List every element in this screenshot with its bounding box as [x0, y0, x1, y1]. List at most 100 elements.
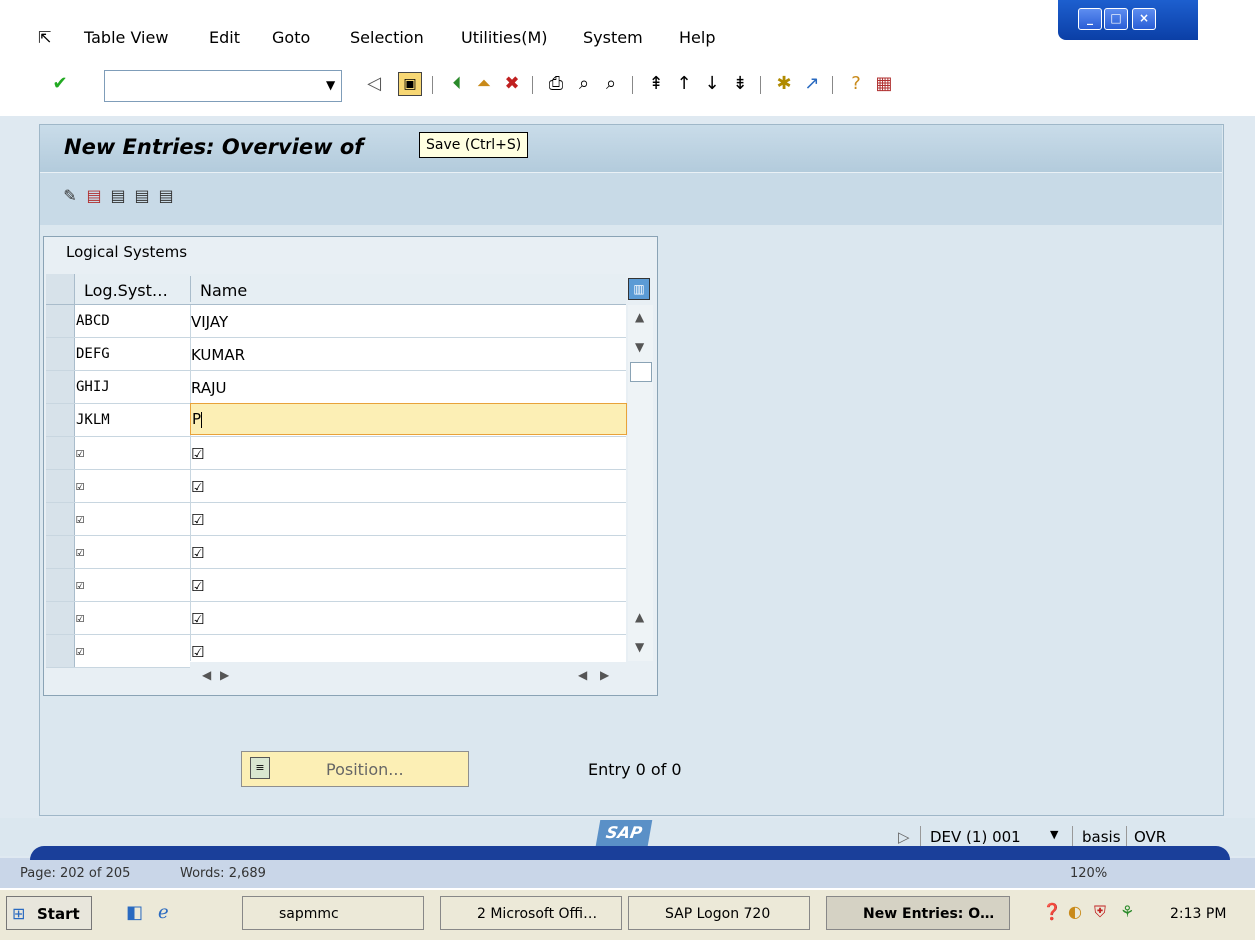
row-selector[interactable]	[46, 602, 75, 634]
cell-log-system[interactable]: ☑	[76, 643, 84, 659]
table-row[interactable]	[46, 338, 626, 371]
help-icon[interactable]: ?	[844, 72, 868, 96]
name-input-active[interactable]: P	[192, 410, 203, 428]
exit-icon[interactable]: ⏶	[472, 72, 496, 96]
delete-row-icon[interactable]: ▤	[84, 186, 104, 206]
status-expand-icon[interactable]: ▷	[898, 828, 910, 846]
cell-name[interactable]: ☑	[191, 577, 204, 595]
row-selector[interactable]	[46, 503, 75, 535]
cell-log-system[interactable]: ABCD	[76, 313, 110, 329]
scroll-page-up-icon[interactable]: ▲	[635, 610, 644, 624]
last-page-icon[interactable]: ⇟	[728, 72, 752, 96]
table-row[interactable]	[46, 569, 626, 602]
sap-tray-icon[interactable]: ◐	[1068, 902, 1082, 921]
cell-log-system[interactable]: GHIJ	[76, 379, 110, 395]
change-display-icon[interactable]: ✎	[60, 186, 80, 206]
cell-log-system[interactable]: ☑	[76, 511, 84, 527]
scroll-up-icon[interactable]: ▲	[635, 310, 644, 324]
table-row[interactable]	[46, 305, 626, 338]
menu-selection[interactable]: Selection	[350, 28, 424, 47]
taskbar-item-sapmmc[interactable]: sapmmc	[242, 896, 424, 930]
taskbar-item-new-entries[interactable]: New Entries: O…	[826, 896, 1010, 930]
scroll-left-icon[interactable]: ◀	[202, 668, 211, 682]
scroll-right-icon[interactable]: ▶	[220, 668, 229, 682]
desktop-icon[interactable]: ◧	[126, 902, 143, 923]
column-header-log-system[interactable]: Log.Syst…	[84, 281, 168, 300]
select-all-icon[interactable]: ▤	[108, 186, 128, 206]
save-icon[interactable]: ▣	[398, 72, 422, 96]
table-row[interactable]	[46, 437, 626, 470]
cell-name[interactable]: ☑	[191, 445, 204, 463]
row-selector[interactable]	[46, 470, 75, 502]
cell-log-system[interactable]: ☑	[76, 544, 84, 560]
enter-check-icon[interactable]: ✔	[48, 72, 72, 96]
back-icon[interactable]: ⏴	[445, 72, 469, 96]
cell-name[interactable]: ☑	[191, 610, 204, 628]
scroll-page-down-icon[interactable]: ▼	[635, 640, 644, 654]
cell-log-system[interactable]: ☑	[76, 610, 84, 626]
network-tray-icon[interactable]: ⚘	[1120, 902, 1134, 921]
row-selector[interactable]	[46, 404, 75, 436]
cell-log-system[interactable]: JKLM	[76, 412, 110, 428]
table-settings-icon[interactable]: ▥	[628, 278, 650, 300]
menu-table-view[interactable]: Table View	[84, 28, 168, 47]
row-selector[interactable]	[46, 635, 75, 667]
cell-name[interactable]: ☑	[191, 478, 204, 496]
row-selector[interactable]	[46, 305, 75, 337]
cell-log-system[interactable]: ☑	[76, 577, 84, 593]
maximize-button[interactable]: □	[1104, 8, 1128, 30]
cell-name[interactable]: RAJU	[191, 379, 226, 397]
cell-name[interactable]: KUMAR	[191, 346, 245, 364]
row-selector[interactable]	[46, 536, 75, 568]
command-field[interactable]	[104, 70, 342, 102]
taskbar-item-word[interactable]: 2 Microsoft Offi…	[440, 896, 622, 930]
find-icon[interactable]: ⌕	[572, 72, 596, 96]
print-icon[interactable]: ⎙	[544, 72, 568, 96]
table-row[interactable]	[46, 371, 626, 404]
menu-utilities[interactable]: Utilities(M)	[461, 28, 548, 47]
help-tray-icon[interactable]: ❓	[1042, 902, 1062, 921]
table-vertical-scrollbar[interactable]	[628, 305, 653, 661]
cell-log-system[interactable]: ☑	[76, 445, 84, 461]
cell-log-system[interactable]: ☑	[76, 478, 84, 494]
previous-page-icon[interactable]: ↑	[672, 72, 696, 96]
table-horizontal-scrollbar[interactable]	[190, 662, 630, 688]
shortcut-icon[interactable]: ↗	[800, 72, 824, 96]
command-dropdown-icon[interactable]: ▼	[326, 78, 335, 92]
next-page-icon[interactable]: ↓	[700, 72, 724, 96]
cell-log-system[interactable]: DEFG	[76, 346, 110, 362]
system-dropdown-icon[interactable]: ▼	[1050, 828, 1058, 841]
table-row[interactable]	[46, 470, 626, 503]
column-header-name[interactable]: Name	[200, 281, 247, 300]
cell-name[interactable]: ☑	[191, 643, 204, 661]
scroll-right-icon-2[interactable]: ▶	[600, 668, 609, 682]
menu-icon[interactable]: ⇱	[38, 28, 51, 47]
scroll-down-icon[interactable]: ▼	[635, 340, 644, 354]
browser-icon[interactable]: ℯ	[158, 902, 169, 923]
cell-name[interactable]: VIJAY	[191, 313, 228, 331]
cancel-icon[interactable]: ✖	[500, 72, 524, 96]
table-row[interactable]	[46, 503, 626, 536]
layout-menu-icon[interactable]: ▦	[872, 72, 896, 96]
collapse-icon[interactable]: ◁	[362, 72, 386, 96]
security-tray-icon[interactable]: ⛨	[1094, 902, 1106, 922]
scroll-thumb[interactable]	[630, 362, 652, 382]
select-all-cell[interactable]	[46, 274, 75, 304]
find-next-icon[interactable]: ⌕	[599, 72, 623, 96]
menu-help[interactable]: Help	[679, 28, 715, 47]
taskbar-item-sap-logon[interactable]: SAP Logon 720	[628, 896, 810, 930]
minimize-button[interactable]: _	[1078, 8, 1102, 30]
scroll-left-icon-2[interactable]: ◀	[578, 668, 587, 682]
word-zoom[interactable]: 120%	[1070, 866, 1107, 881]
table-row[interactable]	[46, 536, 626, 569]
row-selector[interactable]	[46, 569, 75, 601]
new-session-icon[interactable]: ✱	[772, 72, 796, 96]
row-selector[interactable]	[46, 437, 75, 469]
deselect-all-icon[interactable]: ▤	[156, 186, 176, 206]
table-row[interactable]	[46, 602, 626, 635]
select-block-icon[interactable]: ▤	[132, 186, 152, 206]
close-button[interactable]: ×	[1132, 8, 1156, 30]
menu-system[interactable]: System	[583, 28, 643, 47]
menu-edit[interactable]: Edit	[209, 28, 240, 47]
row-selector[interactable]	[46, 371, 75, 403]
